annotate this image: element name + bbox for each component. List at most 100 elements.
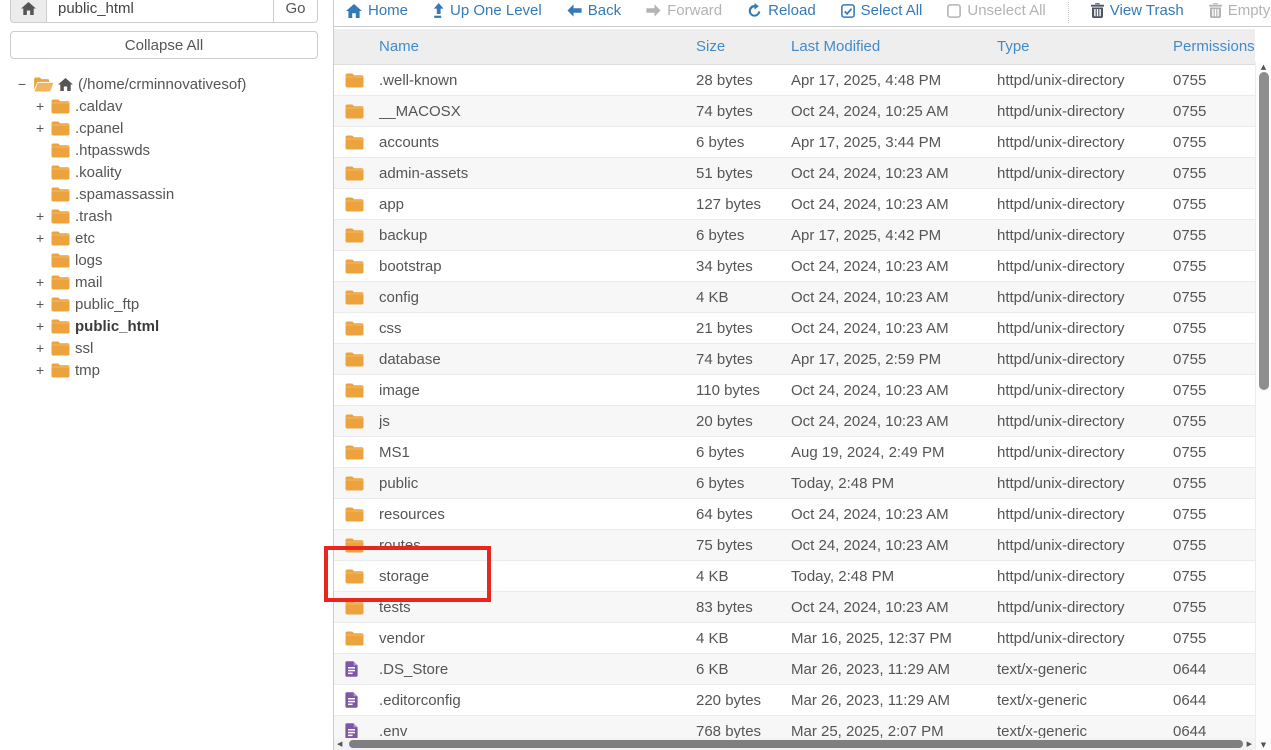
scroll-down-arrow-icon[interactable]: ▼ [1256,741,1271,749]
tree-item-mail[interactable]: +mail [0,271,333,293]
expand-toggle-icon[interactable]: + [36,318,51,334]
column-header-type[interactable]: Type [997,38,1173,55]
forward-icon [646,4,661,17]
cell-modified: Oct 24, 2024, 10:23 AM [791,165,997,182]
tree-item-htpasswds[interactable]: .htpasswds [0,139,333,161]
tree-item-ssl[interactable]: +ssl [0,337,333,359]
cell-permissions: 0755 [1173,103,1255,120]
cell-permissions: 0755 [1173,444,1255,461]
folder-icon [345,104,379,119]
tree-item-spamassassin[interactable]: .spamassassin [0,183,333,205]
cell-modified: Aug 19, 2024, 2:49 PM [791,444,997,461]
tree-item-trash[interactable]: +.trash [0,205,333,227]
folder-icon [345,321,379,336]
file-row-js[interactable]: js20 bytesOct 24, 2024, 10:23 AMhttpd/un… [334,406,1255,437]
expand-toggle-icon[interactable]: + [36,362,51,378]
folder-icon [51,231,70,246]
column-header-modified[interactable]: Last Modified [791,38,997,55]
checkbox-empty-icon [947,4,961,18]
go-button[interactable]: Go [274,0,318,23]
cell-permissions: 0755 [1173,630,1255,647]
collapse-toggle-icon[interactable]: − [18,76,33,92]
expand-toggle-icon[interactable]: + [36,230,51,246]
expand-toggle-icon[interactable]: + [36,120,51,136]
file-row-macosx[interactable]: __MACOSX74 bytesOct 24, 2024, 10:25 AMht… [334,96,1255,127]
file-row-well-known[interactable]: .well-known28 bytesApr 17, 2025, 4:48 PM… [334,65,1255,96]
file-row-routes[interactable]: routes75 bytesOct 24, 2024, 10:23 AMhttp… [334,530,1255,561]
cell-modified: Today, 2:48 PM [791,475,997,492]
cell-size: 34 bytes [696,258,791,275]
file-row-image[interactable]: image110 bytesOct 24, 2024, 10:23 AMhttp… [334,375,1255,406]
cell-size: 6 bytes [696,227,791,244]
horizontal-scrollbar-thumb[interactable] [349,740,1243,748]
toolbar-button-view-trash[interactable]: View Trash [1091,2,1184,19]
tree-root-label: (/home/crminnovativesof) [78,76,246,93]
file-row-ds-store[interactable]: .DS_Store6 KBMar 26, 2023, 11:29 AMtext/… [334,654,1255,685]
file-row-config[interactable]: config4 KBOct 24, 2024, 10:23 AMhttpd/un… [334,282,1255,313]
column-header-permissions[interactable]: Permissions [1173,38,1255,55]
cell-permissions: 0755 [1173,196,1255,213]
path-input[interactable] [47,0,274,23]
tree-item-caldav[interactable]: +.caldav [0,95,333,117]
scroll-up-arrow-icon[interactable]: ▲ [1256,63,1271,71]
tree-item-label: .cpanel [75,120,123,137]
expand-toggle-icon[interactable]: + [36,98,51,114]
expand-toggle-icon[interactable]: + [36,340,51,356]
cell-name: admin-assets [379,165,696,182]
file-row-backup[interactable]: backup6 bytesApr 17, 2025, 4:42 PMhttpd/… [334,220,1255,251]
file-row-accounts[interactable]: accounts6 bytesApr 17, 2025, 3:44 PMhttp… [334,127,1255,158]
tree-item-koality[interactable]: .koality [0,161,333,183]
cell-permissions: 0755 [1173,351,1255,368]
column-header-name[interactable]: Name [379,38,696,55]
toolbar-button-up-one-level[interactable]: Up One Level [433,2,542,19]
toolbar-button-select-all[interactable]: Select All [841,2,923,19]
tree-item-cpanel[interactable]: + .cpanel [0,117,333,139]
vertical-scrollbar-thumb[interactable] [1259,72,1269,390]
file-row-vendor[interactable]: vendor4 KBMar 16, 2025, 12:37 PMhttpd/un… [334,623,1255,654]
path-bar: Go [10,0,318,23]
file-row-bootstrap[interactable]: bootstrap34 bytesOct 24, 2024, 10:23 AMh… [334,251,1255,282]
file-row-public[interactable]: public6 bytesToday, 2:48 PMhttpd/unix-di… [334,468,1255,499]
cell-name: MS1 [379,444,696,461]
expand-toggle-icon[interactable]: + [36,274,51,290]
expand-toggle-icon[interactable]: + [36,296,51,312]
toolbar-button-back[interactable]: Back [567,2,621,19]
tree-item-etc[interactable]: +etc [0,227,333,249]
folder-icon [51,121,70,136]
folder-icon [345,476,379,491]
tree-item-public-ftp[interactable]: + public_ftp [0,293,333,315]
tree-item-logs[interactable]: logs [0,249,333,271]
file-row-database[interactable]: database74 bytesApr 17, 2025, 2:59 PMhtt… [334,344,1255,375]
file-row-resources[interactable]: resources64 bytesOct 24, 2024, 10:23 AMh… [334,499,1255,530]
expand-toggle-icon[interactable]: + [36,208,51,224]
horizontal-scrollbar[interactable]: ◀ ▶ [334,738,1255,750]
file-row-editorconfig[interactable]: .editorconfig220 bytesMar 26, 2023, 11:2… [334,685,1255,716]
folder-icon [51,275,70,290]
folder-icon [345,383,379,398]
file-row-css[interactable]: css21 bytesOct 24, 2024, 10:23 AMhttpd/u… [334,313,1255,344]
folder-icon [345,352,379,367]
cell-type: httpd/unix-directory [997,289,1173,306]
file-row-storage[interactable]: storage4 KBToday, 2:48 PMhttpd/unix-dire… [334,561,1255,592]
folder-icon [345,197,379,212]
tree-root[interactable]: − (/home/crminnovativesof) [0,73,333,95]
tree-item-public-html[interactable]: +public_html [0,315,333,337]
cell-permissions: 0755 [1173,72,1255,89]
scroll-left-arrow-icon[interactable]: ◀ [337,740,342,748]
file-row-tests[interactable]: tests83 bytesOct 24, 2024, 10:23 AMhttpd… [334,592,1255,623]
column-header-size[interactable]: Size [696,38,791,55]
path-home-button[interactable] [10,0,47,23]
collapse-all-button[interactable]: Collapse All [10,31,318,59]
toolbar-button-reload[interactable]: Reload [747,2,816,19]
toolbar-button-label: Empty Trash [1228,2,1271,19]
toolbar-button-home[interactable]: Home [346,2,408,19]
file-row-ms1[interactable]: MS16 bytesAug 19, 2024, 2:49 PMhttpd/uni… [334,437,1255,468]
tree-item-label: public_ftp [75,296,139,313]
file-row-admin-assets[interactable]: admin-assets51 bytesOct 24, 2024, 10:23 … [334,158,1255,189]
vertical-scrollbar[interactable]: ▲ ▼ [1255,62,1271,750]
file-row-app[interactable]: app127 bytesOct 24, 2024, 10:23 AMhttpd/… [334,189,1255,220]
scroll-right-arrow-icon[interactable]: ▶ [1247,740,1252,748]
tree-item-tmp[interactable]: +tmp [0,359,333,381]
cell-type: httpd/unix-directory [997,72,1173,89]
cell-permissions: 0755 [1173,134,1255,151]
